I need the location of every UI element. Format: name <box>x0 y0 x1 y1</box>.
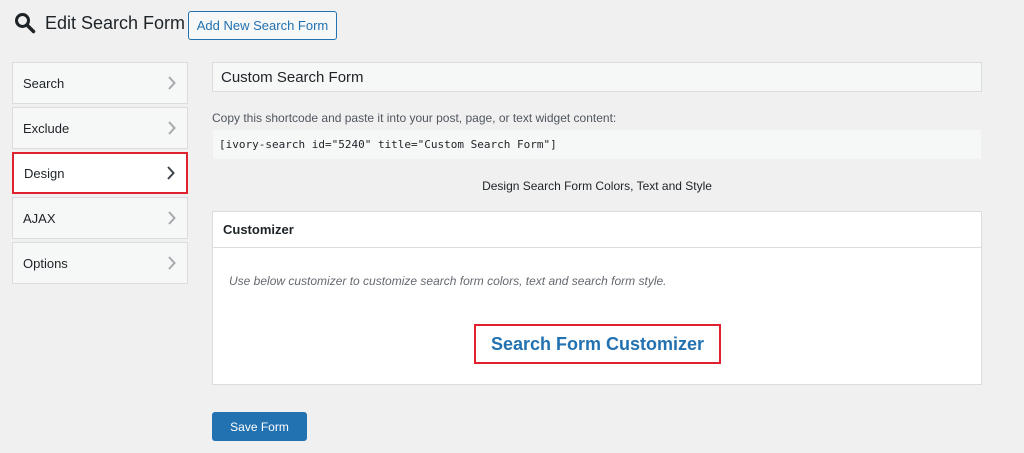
page-header: Edit Search Form <box>14 11 185 35</box>
chevron-right-icon <box>167 121 177 135</box>
shortcode-label: Copy this shortcode and paste it into yo… <box>212 111 617 125</box>
tab-label: Options <box>23 255 68 271</box>
tab-label: Search <box>23 75 65 91</box>
tab-label: Exclude <box>23 120 70 136</box>
settings-tabs: Search Exclude Design AJAX Options <box>12 62 188 287</box>
tab-ajax[interactable]: AJAX <box>12 197 188 239</box>
tab-exclude[interactable]: Exclude <box>12 107 188 149</box>
shortcode-field[interactable]: [ivory-search id="5240" title="Custom Se… <box>212 129 982 160</box>
form-title-input[interactable] <box>212 62 982 92</box>
page-title: Edit Search Form <box>45 12 186 33</box>
section-caption: Design Search Form Colors, Text and Styl… <box>482 179 712 193</box>
main-content: Copy this shortcode and paste it into yo… <box>212 62 982 385</box>
chevron-right-icon <box>167 256 177 270</box>
chevron-right-icon <box>167 211 177 225</box>
customizer-panel: Customizer Use below customizer to custo… <box>212 211 982 385</box>
save-form-button[interactable]: Save Form <box>212 412 307 441</box>
tab-label: AJAX <box>23 210 56 226</box>
magnifier-icon <box>14 11 38 35</box>
tab-options[interactable]: Options <box>12 242 188 284</box>
chevron-right-icon <box>166 166 176 180</box>
tab-design[interactable]: Design <box>12 152 188 194</box>
tab-search[interactable]: Search <box>12 62 188 104</box>
customizer-heading: Customizer <box>213 212 981 248</box>
search-form-customizer-link[interactable]: Search Form Customizer <box>474 324 721 364</box>
add-new-search-form-button[interactable]: Add New Search Form <box>188 11 337 40</box>
chevron-right-icon <box>167 76 177 90</box>
tab-label: Design <box>24 165 65 181</box>
customizer-description: Use below customizer to customize search… <box>229 274 667 288</box>
